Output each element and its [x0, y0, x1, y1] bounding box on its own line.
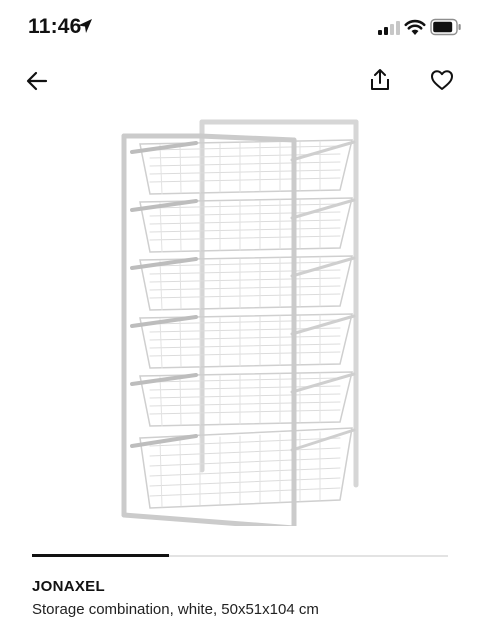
product-image[interactable]: [110, 112, 372, 526]
carousel-progress-track: [32, 554, 448, 557]
cellular-signal-icon: [378, 21, 400, 35]
favorite-button[interactable]: [427, 65, 457, 95]
heart-icon: [431, 70, 453, 90]
status-time: 11:46: [28, 15, 82, 38]
arrow-left-icon: [26, 71, 48, 91]
carousel-progress-fill: [32, 554, 170, 557]
share-icon: [371, 69, 389, 90]
share-button[interactable]: [365, 65, 395, 95]
status-bar: 11:46: [0, 0, 480, 58]
battery-icon: [430, 18, 461, 36]
location-arrow-icon: [78, 19, 92, 33]
wifi-icon: [404, 19, 426, 35]
back-button[interactable]: [22, 66, 52, 96]
product-name[interactable]: JONAXEL: [32, 578, 105, 595]
product-description: Storage combination, white, 50x51x104 cm: [32, 601, 319, 618]
nav-bar: [0, 58, 480, 108]
